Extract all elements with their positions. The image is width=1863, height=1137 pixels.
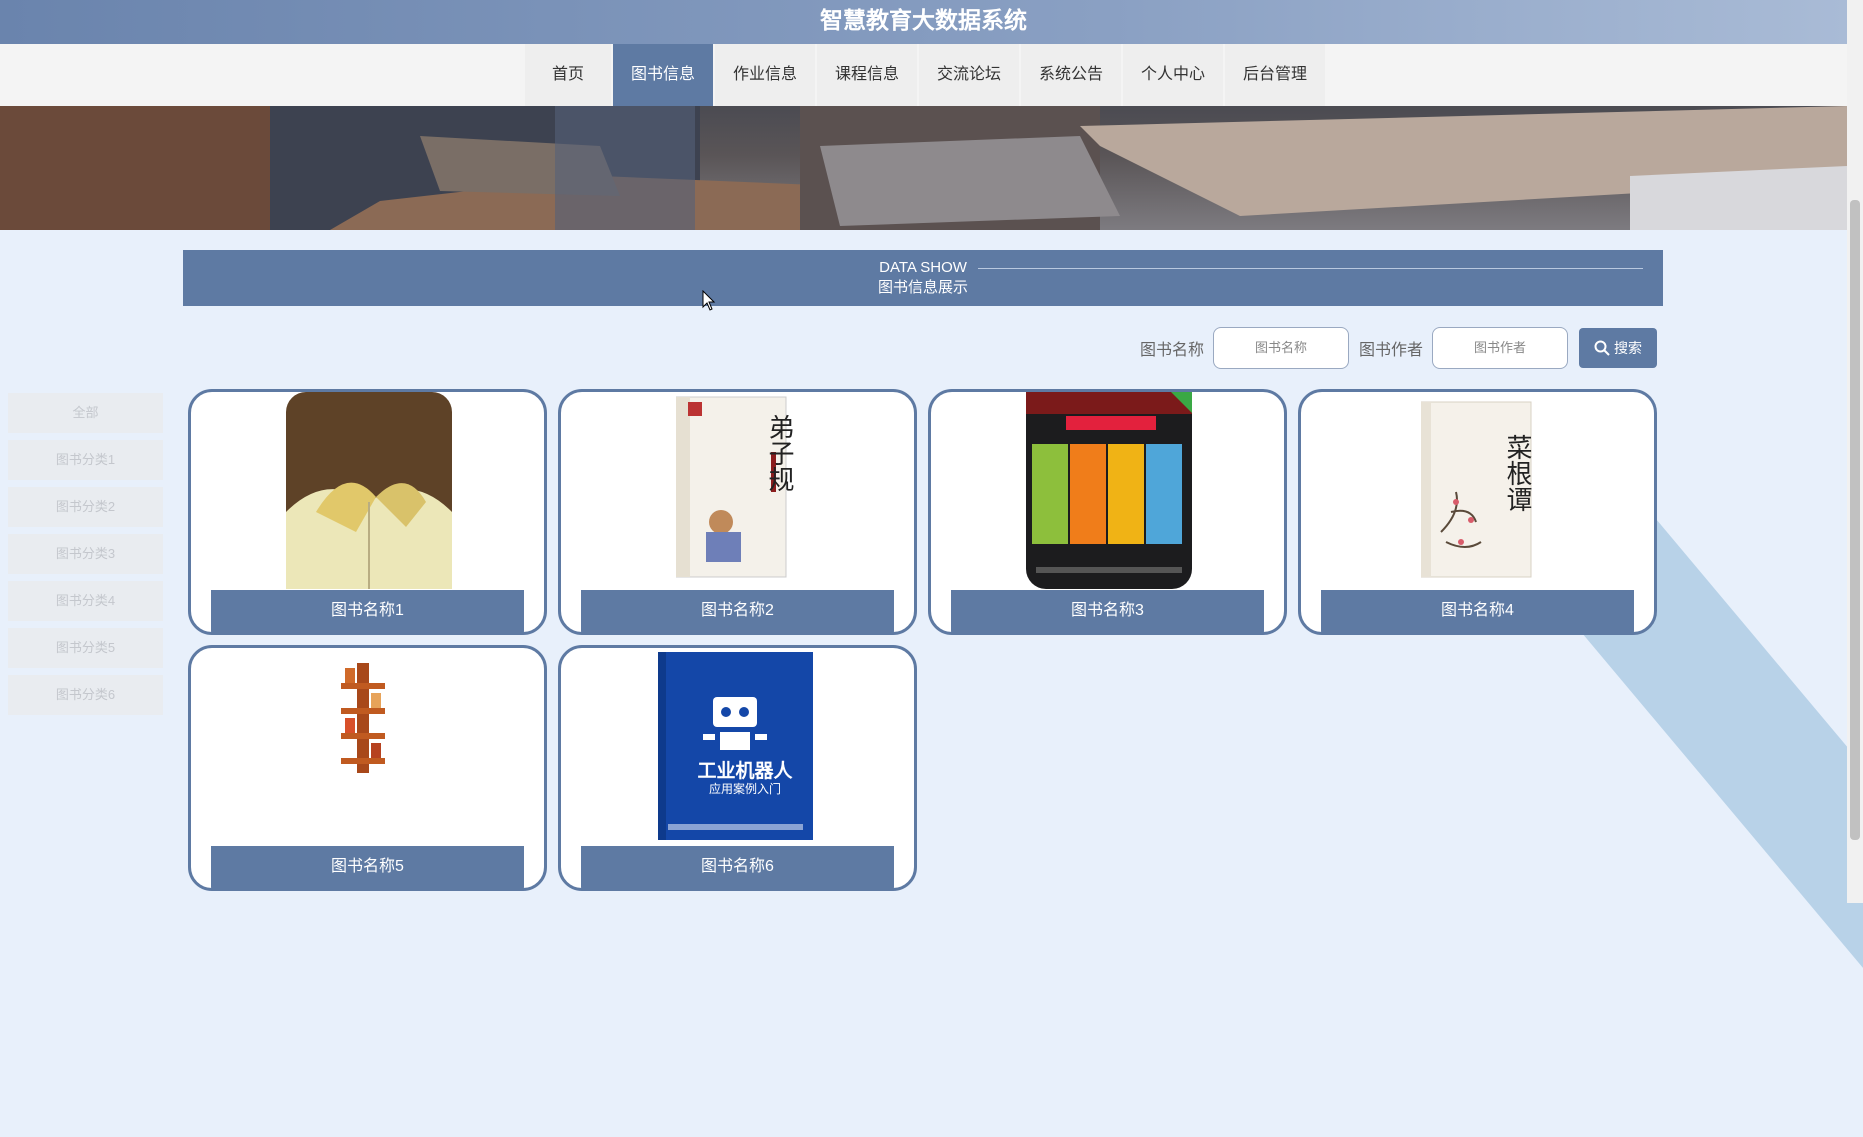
book-cover-image [341, 663, 385, 773]
nav-item-homework[interactable]: 作业信息 [715, 44, 815, 106]
page-scrollbar[interactable] [1847, 0, 1863, 903]
book-card[interactable]: 图书名称3 [928, 389, 1287, 635]
nav-item-announcements[interactable]: 系统公告 [1021, 44, 1121, 106]
book-name: 图书名称1 [211, 590, 524, 632]
category-item[interactable]: 图书分类6 [8, 675, 163, 715]
book-author-label: 图书作者 [1359, 342, 1424, 359]
search-button[interactable]: 搜索 [1579, 328, 1658, 368]
main-nav: 首页 图书信息 作业信息 课程信息 交流论坛 系统公告 个人中心 后台管理 [0, 44, 1847, 106]
section-title-bar: DATA SHOW 图书信息展示 [183, 250, 1663, 306]
nav-item-books[interactable]: 图书信息 [613, 44, 713, 106]
book-cover-image [1026, 392, 1192, 589]
book-cover-image [286, 392, 452, 589]
title-line-right [978, 268, 1643, 269]
book-cover-subtitle: 应用案例入门 [708, 782, 781, 796]
book-card[interactable]: 图书名称1 [188, 389, 547, 635]
category-item[interactable]: 图书分类4 [8, 581, 163, 621]
category-list: 全部 图书分类1 图书分类2 图书分类3 图书分类4 图书分类5 图书分类6 [8, 393, 163, 722]
search-icon [1594, 340, 1610, 356]
book-name: 图书名称2 [581, 590, 894, 632]
book-name: 图书名称3 [951, 590, 1264, 632]
nav-item-forum[interactable]: 交流论坛 [919, 44, 1019, 106]
book-card[interactable]: 弟子规 图书名称2 [558, 389, 917, 635]
banner-image [0, 106, 1847, 230]
book-card[interactable]: 工业机器人 应用案例入门 图书名称6 [558, 645, 917, 891]
book-name: 图书名称6 [581, 846, 894, 888]
book-author-input[interactable]: 图书作者 [1432, 327, 1569, 369]
scrollbar-thumb[interactable] [1850, 200, 1860, 840]
book-name: 图书名称5 [211, 846, 524, 888]
category-item[interactable]: 图书分类1 [8, 440, 163, 480]
section-title-cn: 图书信息展示 [877, 279, 968, 296]
book-card[interactable]: 图书名称5 [188, 645, 547, 891]
book-cover-title: 菜根谭 [1502, 434, 1532, 512]
book-name-label: 图书名称 [1140, 342, 1205, 359]
app-header: 智慧教育大数据系统 [0, 0, 1847, 44]
nav-item-courses[interactable]: 课程信息 [817, 44, 917, 106]
book-cover-title: 工业机器人 [697, 761, 793, 782]
nav-item-home[interactable]: 首页 [525, 44, 611, 106]
book-cover-title: 弟子规 [764, 414, 794, 492]
category-item[interactable]: 图书分类2 [8, 487, 163, 527]
mouse-cursor-icon [702, 290, 716, 311]
category-item[interactable]: 图书分类3 [8, 534, 163, 574]
book-name-input[interactable]: 图书名称 [1213, 327, 1350, 369]
site-title: 智慧教育大数据系统 [820, 7, 1027, 33]
category-item[interactable]: 图书分类5 [8, 628, 163, 668]
search-button-label: 搜索 [1614, 340, 1643, 356]
book-cover-image [658, 652, 813, 840]
book-card[interactable]: 菜根谭 图书名称4 [1298, 389, 1657, 635]
book-name: 图书名称4 [1321, 590, 1634, 632]
nav-item-personal-center[interactable]: 个人中心 [1123, 44, 1223, 106]
search-bar: 图书名称 图书名称 图书作者 图书作者 搜索 [1140, 327, 1658, 369]
nav-item-admin[interactable]: 后台管理 [1225, 44, 1325, 106]
category-all[interactable]: 全部 [8, 393, 163, 433]
